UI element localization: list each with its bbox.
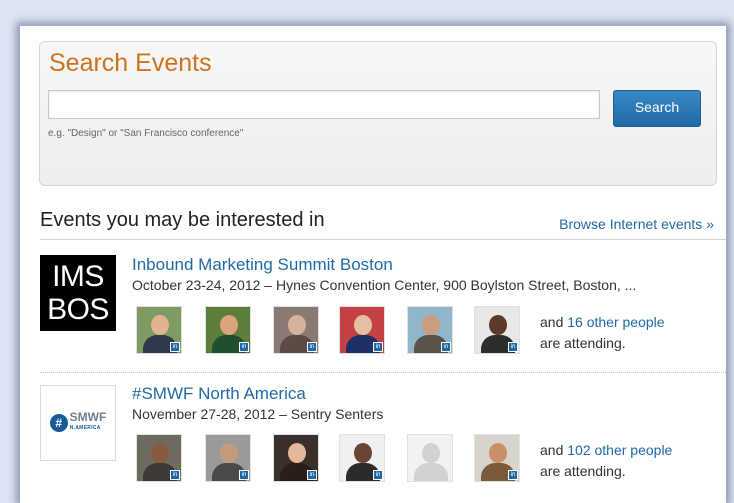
logo-line-1: IMS <box>52 260 104 293</box>
search-input[interactable] <box>48 90 600 119</box>
event-title[interactable]: Inbound Marketing Summit Boston <box>132 255 393 275</box>
other-attendees-link[interactable]: 16 other people <box>567 314 664 330</box>
logo-text: SMWF N.AMERICA <box>69 410 107 431</box>
events-page: Search Events Search e.g. "Design" or "S… <box>20 26 726 503</box>
attendee-avatar[interactable]: in <box>136 434 182 482</box>
linkedin-icon: in <box>441 342 451 352</box>
attendee-avatar[interactable]: in <box>474 434 520 482</box>
attend-prefix: and <box>540 314 564 330</box>
linkedin-icon: in <box>508 342 518 352</box>
search-title: Search Events <box>49 49 212 77</box>
default-avatar-icon[interactable] <box>407 434 453 482</box>
event-details: November 27-28, 2012 – Sentry Senters <box>132 406 384 422</box>
event-logo-smwf[interactable]: # SMWF N.AMERICA <box>40 385 116 461</box>
attend-suffix: are attending. <box>540 335 626 351</box>
attendee-avatar[interactable]: in <box>474 306 520 354</box>
attendee-avatar[interactable]: in <box>339 434 385 482</box>
browse-events-link[interactable]: Browse Internet events » <box>559 216 714 232</box>
linkedin-icon: in <box>239 470 249 480</box>
linkedin-icon: in <box>307 342 317 352</box>
attendee-avatar[interactable]: in <box>339 306 385 354</box>
attend-suffix: are attending. <box>540 463 626 479</box>
section-heading: Events you may be interested in <box>40 209 325 231</box>
search-button[interactable]: Search <box>613 90 701 127</box>
attendance-summary: and 16 other people are attending. <box>540 312 665 354</box>
search-hint: e.g. "Design" or "San Francisco conferen… <box>48 128 244 139</box>
attendee-avatar[interactable]: in <box>407 306 453 354</box>
linkedin-icon: in <box>373 342 383 352</box>
linkedin-icon: in <box>170 470 180 480</box>
other-attendees-link[interactable]: 102 other people <box>567 442 672 458</box>
section-divider <box>40 239 726 240</box>
linkedin-icon: in <box>307 470 317 480</box>
attendee-avatar[interactable]: in <box>205 306 251 354</box>
event-title[interactable]: #SMWF North America <box>132 384 306 404</box>
event-divider <box>40 372 726 373</box>
event-logo-ims-bos[interactable]: IMS BOS <box>40 255 116 331</box>
linkedin-icon: in <box>239 342 249 352</box>
attendee-avatar[interactable]: in <box>136 306 182 354</box>
attendee-avatar[interactable]: in <box>205 434 251 482</box>
search-panel: Search Events Search e.g. "Design" or "S… <box>39 41 717 186</box>
linkedin-icon: in <box>508 470 518 480</box>
event-details: October 23-24, 2012 – Hynes Convention C… <box>132 277 637 293</box>
logo-line-2: BOS <box>47 293 109 326</box>
attend-prefix: and <box>540 442 564 458</box>
attendance-summary: and 102 other people are attending. <box>540 440 672 482</box>
attendee-avatar[interactable]: in <box>273 306 319 354</box>
attendee-avatar[interactable]: in <box>273 434 319 482</box>
linkedin-icon: in <box>373 470 383 480</box>
linkedin-icon: in <box>170 342 180 352</box>
logo-hash: # <box>49 414 68 432</box>
